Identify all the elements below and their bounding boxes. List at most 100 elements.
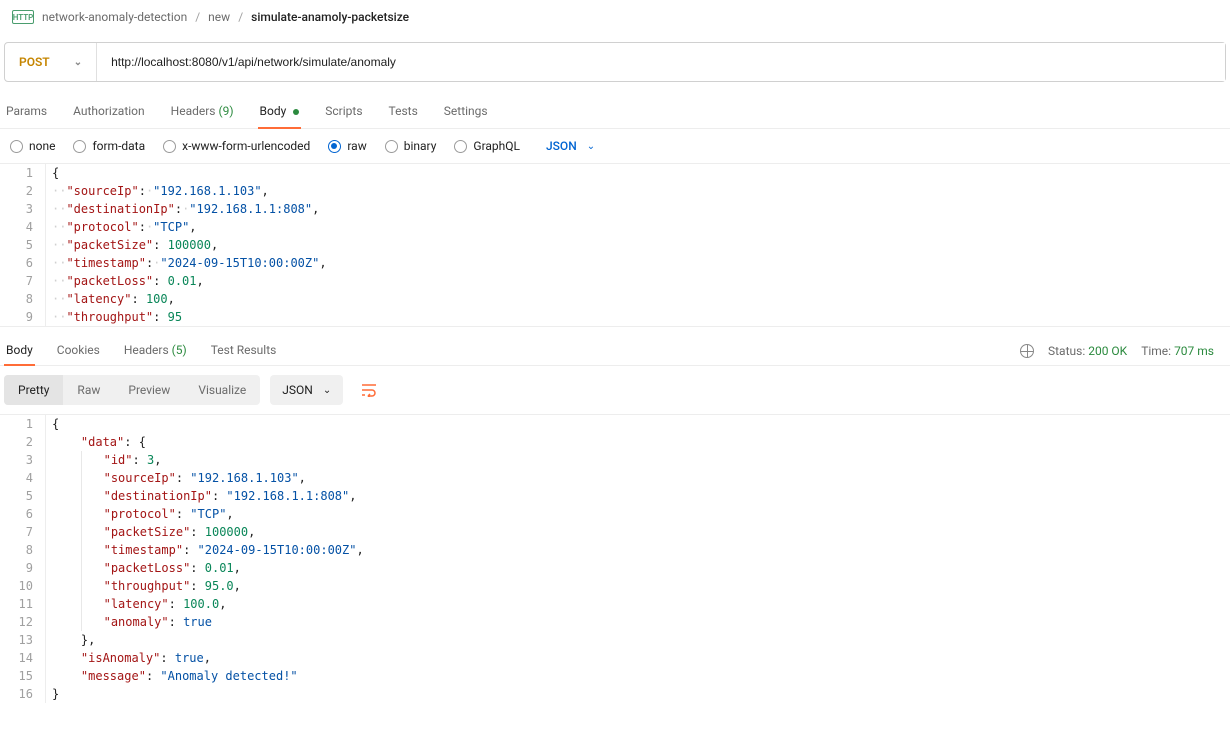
code-line: "isAnomaly": true, — [46, 649, 1230, 667]
status-code: 200 OK — [1088, 344, 1127, 358]
response-tabs: Body Cookies Headers (5) Test Results St… — [0, 326, 1230, 366]
code-line: "anomaly": true — [46, 613, 1230, 631]
body-type-selector: none form-data x-www-form-urlencoded raw… — [0, 129, 1230, 163]
response-body-viewer[interactable]: 1{ 2 "data": { 3 "id": 3, 4 "sourceIp": … — [0, 414, 1230, 703]
radio-icon — [73, 140, 86, 153]
body-type-none[interactable]: none — [10, 139, 55, 153]
body-type-form-data[interactable]: form-data — [73, 139, 145, 153]
line-number: 15 — [0, 667, 46, 685]
breadcrumb: HTTP network-anomaly-detection / new / s… — [0, 0, 1230, 34]
wrap-icon — [361, 383, 377, 397]
code-line: "timestamp": "2024-09-15T10:00:00Z", — [46, 541, 1230, 559]
radio-icon — [328, 140, 341, 153]
code-line: "sourceIp": "192.168.1.103", — [46, 469, 1230, 487]
line-number: 10 — [0, 577, 46, 595]
code-line: "destinationIp": "192.168.1.1:808", — [46, 487, 1230, 505]
view-pretty[interactable]: Pretty — [4, 375, 63, 405]
modified-indicator-icon — [293, 109, 299, 115]
breadcrumb-item[interactable]: network-anomaly-detection — [42, 10, 187, 24]
response-status-bar: Status: 200 OK Time: 707 ms — [1020, 344, 1226, 358]
tab-body-label: Body — [260, 104, 287, 118]
line-number: 4 — [0, 469, 46, 487]
code-line: "packetLoss": 0.01, — [46, 559, 1230, 577]
code-line: ··"sourceIp":·"192.168.1.103", — [46, 182, 1230, 200]
response-format-select[interactable]: JSON ⌄ — [270, 375, 343, 405]
raw-format-label: JSON — [546, 139, 577, 153]
http-method-label: POST — [19, 55, 50, 69]
status-label: Status: — [1048, 344, 1085, 358]
raw-format-select[interactable]: JSON ⌄ — [546, 139, 595, 153]
line-number: 8 — [0, 541, 46, 559]
tab-body[interactable]: Body — [258, 98, 302, 128]
tab-scripts[interactable]: Scripts — [323, 98, 364, 128]
radio-icon — [10, 140, 23, 153]
code-line: ··"timestamp":·"2024-09-15T10:00:00Z", — [46, 254, 1230, 272]
time-label: Time: — [1141, 344, 1171, 358]
http-method-icon: HTTP — [12, 10, 34, 24]
code-line: { — [46, 415, 1230, 433]
radio-icon — [385, 140, 398, 153]
code-line: { — [46, 164, 1230, 182]
body-type-binary[interactable]: binary — [385, 139, 437, 153]
resp-tab-body[interactable]: Body — [4, 337, 35, 365]
code-line: "packetSize": 100000, — [46, 523, 1230, 541]
line-number: 1 — [0, 164, 46, 182]
body-type-graphql[interactable]: GraphQL — [454, 139, 520, 153]
body-type-raw[interactable]: raw — [328, 139, 366, 153]
code-line: "protocol": "TCP", — [46, 505, 1230, 523]
tab-tests[interactable]: Tests — [387, 98, 420, 128]
breadcrumb-separator: / — [238, 10, 243, 24]
tab-authorization[interactable]: Authorization — [71, 98, 147, 128]
request-body-editor[interactable]: 1{ 2··"sourceIp":·"192.168.1.103", 3··"d… — [0, 163, 1230, 326]
line-number: 2 — [0, 182, 46, 200]
code-line: ··"destinationIp":·"192.168.1.1:808", — [46, 200, 1230, 218]
line-number: 6 — [0, 254, 46, 272]
line-number: 13 — [0, 631, 46, 649]
resp-tab-headers-label: Headers — [124, 343, 169, 357]
line-number: 8 — [0, 290, 46, 308]
code-line: "data": { — [46, 433, 1230, 451]
tab-headers-label: Headers — [171, 104, 216, 118]
code-line: ··"protocol":·"TCP", — [46, 218, 1230, 236]
view-preview[interactable]: Preview — [114, 375, 184, 405]
resp-tab-test-results[interactable]: Test Results — [209, 337, 279, 365]
breadcrumb-item[interactable]: new — [208, 10, 230, 24]
response-toolbar: Pretty Raw Preview Visualize JSON ⌄ — [0, 366, 1230, 414]
code-line: ··"latency": 100, — [46, 290, 1230, 308]
code-line: "throughput": 95.0, — [46, 577, 1230, 595]
url-input[interactable] — [97, 43, 1225, 81]
line-number: 14 — [0, 649, 46, 667]
code-line: ··"throughput": 95 — [46, 308, 1230, 326]
breadcrumb-current: simulate-anamoly-packetsize — [251, 10, 409, 24]
line-number: 9 — [0, 308, 46, 326]
http-method-select[interactable]: POST ⌄ — [5, 43, 97, 81]
view-visualize[interactable]: Visualize — [184, 375, 260, 405]
resp-tab-headers-count: (5) — [172, 343, 187, 357]
request-url-bar: POST ⌄ — [4, 42, 1226, 82]
line-number: 1 — [0, 415, 46, 433]
line-number: 7 — [0, 523, 46, 541]
line-number: 4 — [0, 218, 46, 236]
line-number: 5 — [0, 487, 46, 505]
tab-headers[interactable]: Headers (9) — [169, 98, 236, 128]
tab-params[interactable]: Params — [4, 98, 49, 128]
request-tabs: Params Authorization Headers (9) Body Sc… — [0, 90, 1230, 129]
wrap-lines-button[interactable] — [353, 374, 385, 406]
chevron-down-icon: ⌄ — [323, 385, 331, 396]
code-line: } — [46, 685, 1230, 703]
tab-settings[interactable]: Settings — [442, 98, 490, 128]
resp-tab-headers[interactable]: Headers (5) — [122, 337, 189, 365]
resp-tab-cookies[interactable]: Cookies — [55, 337, 102, 365]
code-line: ··"packetLoss": 0.01, — [46, 272, 1230, 290]
code-line: "message": "Anomaly detected!" — [46, 667, 1230, 685]
breadcrumb-separator: / — [195, 10, 200, 24]
code-line: "id": 3, — [46, 451, 1230, 469]
line-number: 9 — [0, 559, 46, 577]
globe-icon[interactable] — [1020, 344, 1034, 358]
view-raw[interactable]: Raw — [63, 375, 114, 405]
line-number: 7 — [0, 272, 46, 290]
line-number: 11 — [0, 595, 46, 613]
line-number: 6 — [0, 505, 46, 523]
body-type-urlencoded[interactable]: x-www-form-urlencoded — [163, 139, 310, 153]
line-number: 2 — [0, 433, 46, 451]
